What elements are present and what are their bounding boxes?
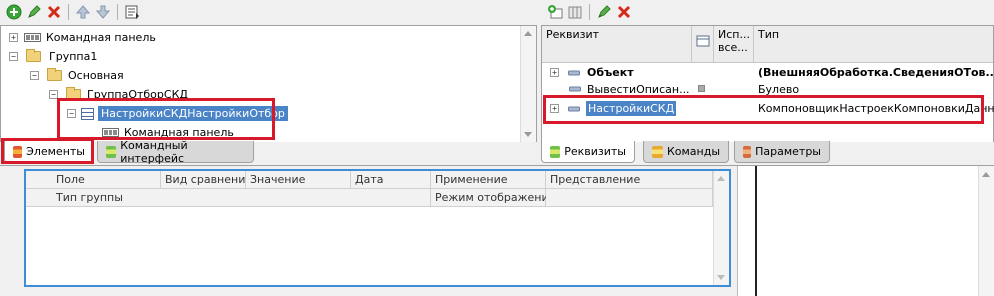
filter-settings-table[interactable]: Поле Вид сравнения Значение Дата Примене…: [24, 169, 731, 287]
use-always-checkbox[interactable]: [698, 85, 705, 92]
command-panel-icon: [102, 128, 119, 137]
attribute-icon: [569, 86, 581, 92]
tab-label: Команды: [666, 145, 720, 158]
tab-label: Реквизиты: [564, 145, 626, 158]
parameters-icon: [743, 145, 752, 158]
expand-icon[interactable]: +: [9, 33, 18, 42]
column-header-display-mode[interactable]: Режим отображения: [431, 189, 555, 207]
commands-icon: [652, 145, 663, 158]
form-elements-tree[interactable]: + Командная панель − Группа1 − Основная …: [0, 25, 537, 142]
attribute-row-output-description[interactable]: ВывестиОписан... Булево: [542, 82, 993, 96]
tab-attributes[interactable]: Реквизиты: [541, 141, 635, 163]
property-panel[interactable]: [737, 166, 757, 296]
column-header-application[interactable]: Применение: [431, 171, 546, 189]
attribute-type: (ВнешняяОбработка.СведенияОТов...: [758, 66, 994, 79]
column-header-comparison[interactable]: Вид сравнения: [161, 171, 252, 189]
column-header-date[interactable]: Дата: [351, 171, 431, 189]
attribute-type: КомпоновщикНастроекКомпоновкиДанных: [758, 102, 994, 115]
column-header-presentation[interactable]: Представление: [546, 171, 713, 189]
attribute-row-skd-settings[interactable]: + НастройкиСКД КомпоновщикНастроекКомпон…: [542, 99, 994, 118]
add-icon[interactable]: [4, 2, 24, 22]
collapse-icon[interactable]: −: [9, 52, 18, 61]
right-side-panel: [757, 166, 989, 296]
tree-item-label: НастройкиСКДНастройкиОтбор: [98, 106, 288, 121]
folder-icon: [66, 87, 81, 100]
tree-item-label: Командная панель: [46, 31, 156, 44]
attributes-icon: [550, 145, 561, 158]
collapse-icon[interactable]: −: [49, 90, 58, 99]
delete-icon[interactable]: [44, 2, 64, 22]
column-header-empty: [546, 189, 713, 207]
collapse-icon[interactable]: −: [30, 71, 39, 80]
tree-item-label: Командная панель: [124, 126, 234, 139]
page-scrollbar[interactable]: [978, 166, 994, 296]
left-toolbar: [0, 0, 536, 24]
tree-item-command-panel[interactable]: + Командная панель: [9, 28, 156, 47]
attributes-grid[interactable]: Реквизит Исп... все... Тип + Объект (Вне…: [541, 25, 994, 142]
scroll-up-icon[interactable]: [982, 172, 990, 177]
scroll-up-icon[interactable]: [524, 31, 532, 36]
right-toolbar: [541, 0, 994, 24]
tree-item-skd-filter-settings[interactable]: − НастройкиСКДНастройкиОтбор: [67, 104, 288, 123]
column-header-icon: [692, 26, 714, 62]
command-interface-icon: [106, 145, 117, 158]
column-header-group-type[interactable]: Тип группы: [26, 189, 431, 207]
tab-label: Командный интерфейс: [120, 138, 188, 165]
attribute-name: Объект: [587, 66, 634, 79]
attribute-name: НастройкиСКД: [586, 101, 677, 116]
column-header-value[interactable]: Значение: [246, 171, 351, 189]
collapse-icon[interactable]: −: [67, 109, 76, 118]
tree-scrollbar[interactable]: [520, 26, 536, 142]
add-column-icon[interactable]: [565, 2, 585, 22]
tab-commands[interactable]: Команды: [643, 141, 729, 163]
tree-item-osnovnaya[interactable]: − Основная: [30, 66, 124, 85]
form-settings-icon[interactable]: [122, 2, 142, 22]
column-header-type[interactable]: Тип: [754, 26, 993, 62]
edit-icon[interactable]: [24, 2, 44, 22]
table-scrollbar[interactable]: [713, 171, 729, 285]
attribute-icon: [568, 106, 580, 111]
attribute-name: ВывестиОписан...: [587, 83, 690, 96]
move-up-icon[interactable]: [73, 2, 93, 22]
attribute-icon: [568, 70, 580, 75]
tab-elements[interactable]: Элементы: [4, 141, 94, 163]
scroll-up-icon[interactable]: [717, 176, 725, 181]
tree-item-label: Основная: [68, 69, 124, 82]
move-down-icon[interactable]: [93, 2, 113, 22]
add-attribute-icon[interactable]: [545, 2, 565, 22]
folder-icon: [26, 49, 41, 62]
toolbar-separator: [117, 4, 118, 20]
table-column-icon: [696, 35, 710, 47]
column-header-attribute[interactable]: Реквизит: [542, 26, 692, 62]
edit-icon[interactable]: [594, 2, 614, 22]
scroll-down-icon[interactable]: [524, 132, 532, 137]
tab-label: Параметры: [755, 145, 821, 158]
attribute-row-object[interactable]: + Объект (ВнешняяОбработка.СведенияОТов.…: [542, 63, 994, 82]
expand-icon[interactable]: +: [550, 104, 559, 113]
tree-item-group1[interactable]: − Группа1: [9, 47, 97, 66]
command-panel-icon: [24, 33, 41, 42]
tree-item-label: Группа1: [49, 50, 98, 63]
column-header-use-always[interactable]: Исп... все...: [714, 26, 754, 62]
tree-item-label: ГруппаОтборСКД: [87, 88, 188, 101]
column-header-field[interactable]: Поле: [26, 171, 161, 189]
tree-item-group-filter-skd[interactable]: − ГруппаОтборСКД: [49, 85, 188, 104]
expand-icon[interactable]: +: [550, 68, 559, 77]
elements-icon: [13, 145, 23, 158]
delete-icon[interactable]: [614, 2, 634, 22]
toolbar-separator: [589, 4, 590, 20]
scroll-down-icon[interactable]: [717, 275, 725, 280]
toolbar-separator: [68, 4, 69, 20]
tab-label: Элементы: [26, 145, 85, 158]
folder-icon: [47, 68, 62, 81]
tab-parameters[interactable]: Параметры: [734, 141, 830, 163]
attributes-header: Реквизит Исп... все... Тип: [542, 26, 993, 63]
attribute-type: Булево: [758, 83, 800, 96]
tab-command-interface[interactable]: Командный интерфейс: [97, 138, 254, 165]
table-icon: [81, 107, 94, 120]
